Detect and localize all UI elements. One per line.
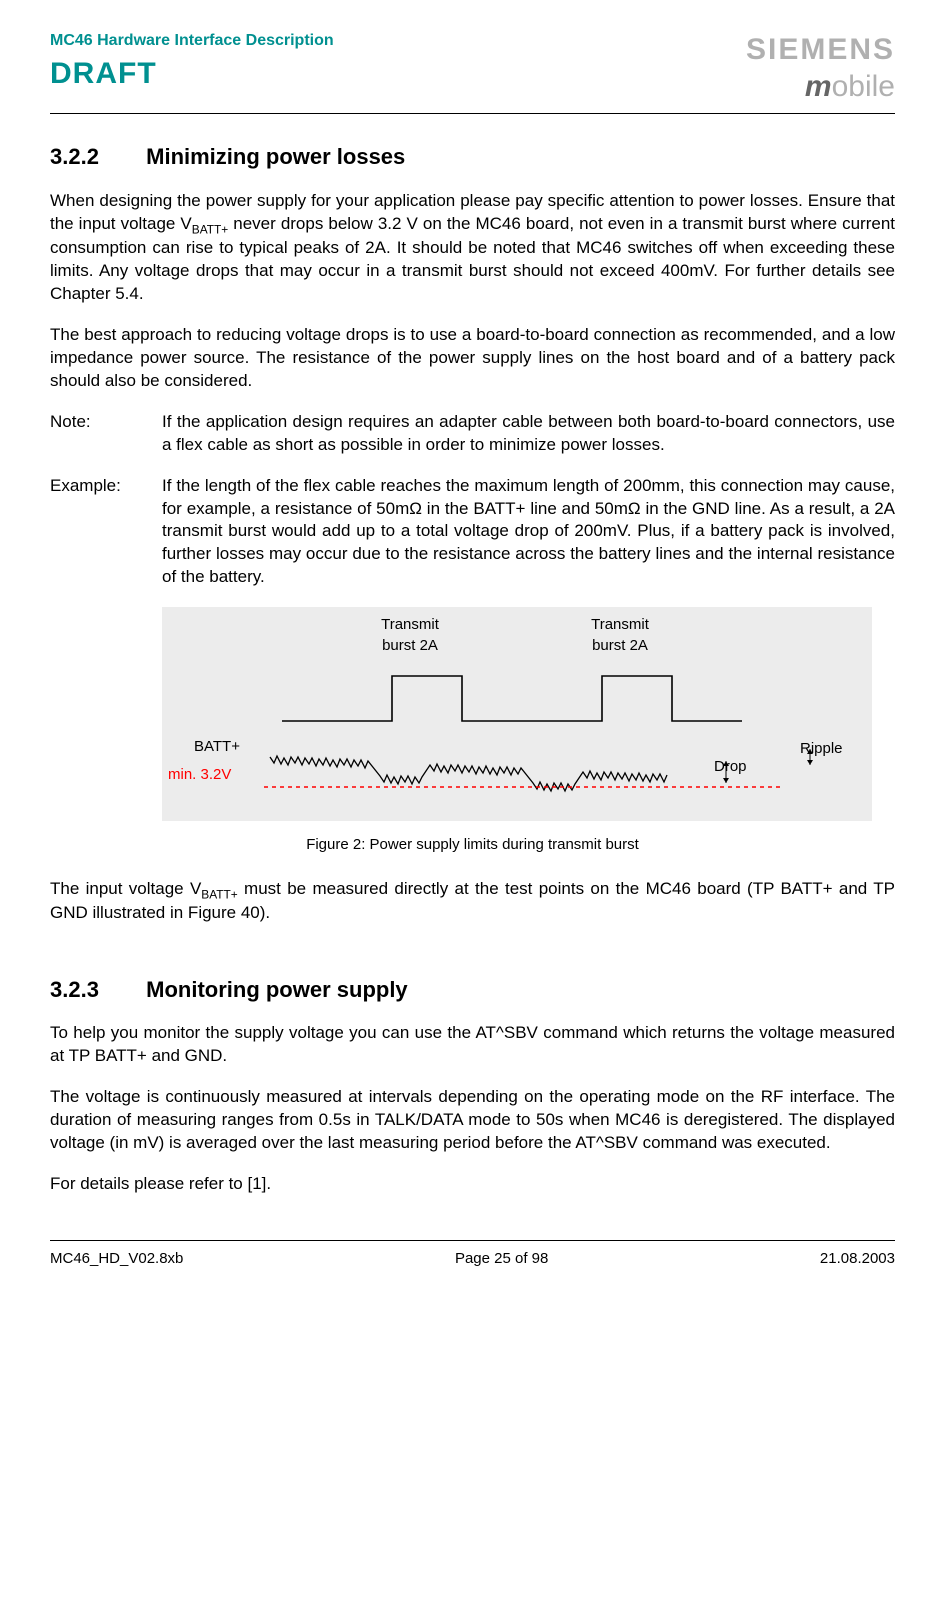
- drop-label: Drop: [714, 757, 747, 777]
- example-text: If the length of the flex cable reaches …: [162, 475, 895, 590]
- transmit-label-2: Transmit burst 2A: [580, 615, 660, 656]
- draft-label: DRAFT: [50, 54, 334, 95]
- figure-2: Transmit burst 2A Transmit burst 2A BATT…: [162, 607, 895, 821]
- paragraph: The input voltage VBATT+ must be measure…: [50, 878, 895, 925]
- header-left: MC46 Hardware Interface Description DRAF…: [50, 30, 334, 94]
- text: Transmit: [370, 615, 450, 635]
- doc-title: MC46 Hardware Interface Description: [50, 30, 334, 52]
- text: burst 2A: [370, 636, 450, 656]
- example-label: Example:: [50, 475, 136, 590]
- brand-logo: SIEMENS: [746, 30, 895, 71]
- section-number: 3.2.3: [50, 975, 140, 1005]
- header-rule: [50, 113, 895, 114]
- section-title: Monitoring power supply: [146, 977, 408, 1002]
- footer-left: MC46_HD_V02.8xb: [50, 1249, 183, 1269]
- text: Transmit: [580, 615, 660, 635]
- paragraph: The best approach to reducing voltage dr…: [50, 324, 895, 393]
- waveform-svg: [182, 621, 852, 801]
- subbrand-logo: mobile: [805, 67, 895, 108]
- paragraph: For details please refer to [1].: [50, 1173, 895, 1196]
- example-block: Example: If the length of the flex cable…: [50, 475, 895, 590]
- paragraph: When designing the power supply for your…: [50, 190, 895, 306]
- note-label: Note:: [50, 411, 136, 457]
- arrowhead-icon: [807, 760, 813, 765]
- text: The input voltage V: [50, 879, 201, 898]
- current-trace: [282, 676, 742, 721]
- transmit-label-1: Transmit burst 2A: [370, 615, 450, 656]
- section-number: 3.2.2: [50, 142, 140, 172]
- ripple-label: Ripple: [800, 739, 843, 759]
- min-voltage-label: min. 3.2V: [168, 765, 231, 785]
- figure-canvas: Transmit burst 2A Transmit burst 2A BATT…: [162, 607, 872, 821]
- footer-center: Page 25 of 98: [455, 1249, 548, 1269]
- page-header: MC46 Hardware Interface Description DRAF…: [50, 30, 895, 107]
- voltage-trace: [270, 756, 667, 791]
- subscript: BATT+: [201, 887, 237, 901]
- header-right: SIEMENS mobile: [746, 30, 895, 107]
- batt-label: BATT+: [194, 737, 240, 757]
- note-text: If the application design requires an ad…: [162, 411, 895, 457]
- subbrand-m: m: [805, 70, 832, 103]
- section-title: Minimizing power losses: [146, 144, 405, 169]
- section-3-2-3-heading: 3.2.3 Monitoring power supply: [50, 975, 895, 1005]
- section-3-2-2-heading: 3.2.2 Minimizing power losses: [50, 142, 895, 172]
- subscript: BATT+: [192, 222, 228, 236]
- figure-caption: Figure 2: Power supply limits during tra…: [50, 835, 895, 855]
- note-block: Note: If the application design requires…: [50, 411, 895, 457]
- paragraph: The voltage is continuously measured at …: [50, 1086, 895, 1155]
- subbrand-rest: obile: [832, 70, 895, 103]
- paragraph: To help you monitor the supply voltage y…: [50, 1022, 895, 1068]
- footer-right: 21.08.2003: [820, 1249, 895, 1269]
- arrowhead-icon: [723, 778, 729, 783]
- text: burst 2A: [580, 636, 660, 656]
- page-footer: MC46_HD_V02.8xb Page 25 of 98 21.08.2003: [50, 1240, 895, 1269]
